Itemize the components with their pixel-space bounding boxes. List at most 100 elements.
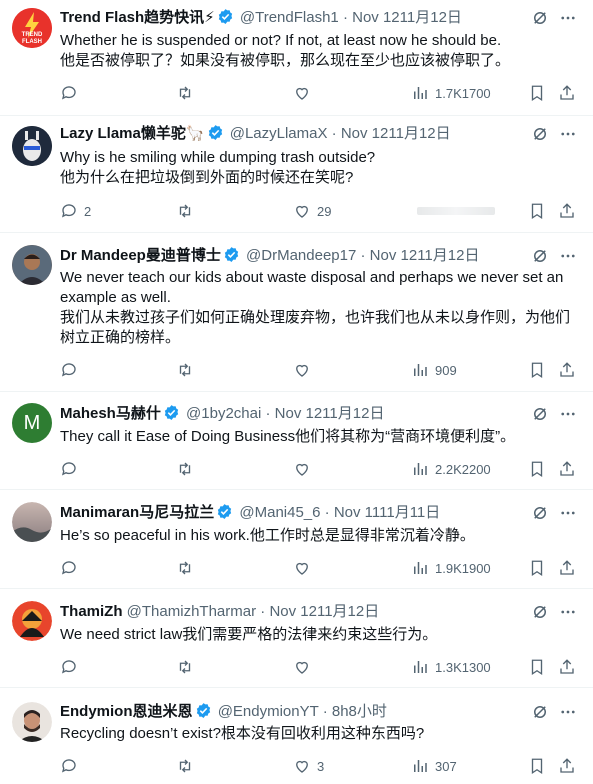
- display-name[interactable]: Trend Flash趋势快讯⚡: [60, 9, 215, 26]
- display-name[interactable]: Manimaran马尼马拉兰: [60, 504, 214, 521]
- user-handle[interactable]: @Mani45_6: [239, 504, 320, 521]
- timestamp[interactable]: Nov 1211月12日: [269, 603, 379, 620]
- like-button[interactable]: 3: [293, 756, 324, 776]
- tweet[interactable]: TREND FLASH Trend Flash趋势快讯⚡ @TrendFlash…: [0, 0, 593, 116]
- avatar[interactable]: [12, 245, 52, 285]
- like-button[interactable]: [293, 83, 317, 103]
- avatar[interactable]: [12, 601, 52, 641]
- more-options-icon[interactable]: [559, 125, 577, 143]
- tweet-header: Lazy Llama懒羊驼🦙 @LazyLlamaX · Nov 1211月12…: [60, 124, 533, 144]
- avatar[interactable]: [12, 126, 52, 166]
- user-handle[interactable]: @LazyLlamaX: [230, 125, 328, 142]
- views-button[interactable]: 1.3K1300: [411, 657, 491, 677]
- separator-dot: ·: [322, 703, 328, 720]
- retweet-button[interactable]: [176, 657, 200, 677]
- retweet-button[interactable]: [176, 558, 200, 578]
- tweet-actions: 1.9K1900: [60, 558, 579, 578]
- display-name[interactable]: ThamiZh: [60, 603, 123, 620]
- bookmark-button[interactable]: [528, 201, 546, 221]
- more-options-icon[interactable]: [559, 405, 577, 423]
- share-button[interactable]: [558, 756, 576, 776]
- avatar[interactable]: [12, 502, 52, 542]
- views-button[interactable]: 1.9K1900: [411, 558, 491, 578]
- grok-icon[interactable]: [531, 9, 549, 27]
- reply-button[interactable]: 2: [60, 201, 91, 221]
- like-button[interactable]: [293, 360, 317, 380]
- bar-chart-icon: [414, 562, 427, 574]
- views-button[interactable]: 909: [411, 360, 457, 380]
- display-name[interactable]: Endymion恩迪米恩: [60, 703, 193, 720]
- avatar[interactable]: M: [12, 403, 52, 443]
- views-button[interactable]: 1.7K1700: [411, 83, 491, 103]
- grok-icon[interactable]: [531, 504, 549, 522]
- views-button[interactable]: 307: [411, 756, 457, 776]
- share-button[interactable]: [558, 558, 576, 578]
- like-button[interactable]: [293, 459, 317, 479]
- display-name[interactable]: Lazy Llama懒羊驼🦙: [60, 125, 205, 142]
- more-options-icon[interactable]: [559, 9, 577, 27]
- tweet-actions: 1.7K1700: [60, 83, 579, 103]
- share-button[interactable]: [558, 657, 576, 677]
- share-button[interactable]: [558, 201, 576, 221]
- timestamp[interactable]: Nov 1211月12日: [352, 9, 462, 26]
- timestamp[interactable]: Nov 1211月12日: [275, 405, 385, 422]
- grok-icon[interactable]: [531, 125, 549, 143]
- retweet-button[interactable]: [176, 360, 200, 380]
- avatar[interactable]: [12, 702, 52, 742]
- retweet-button[interactable]: [176, 83, 200, 103]
- more-options-icon[interactable]: [559, 504, 577, 522]
- grok-icon[interactable]: [531, 603, 549, 621]
- share-button[interactable]: [558, 459, 576, 479]
- user-handle[interactable]: @TrendFlash1: [240, 9, 339, 26]
- reply-button[interactable]: [60, 558, 84, 578]
- bookmark-button[interactable]: [528, 657, 546, 677]
- tweet[interactable]: Endymion恩迪米恩 @EndymionYT · 8h8小时 Recycli…: [0, 688, 593, 784]
- retweet-button[interactable]: [176, 201, 200, 221]
- user-handle[interactable]: @EndymionYT: [218, 703, 319, 720]
- views-button[interactable]: [411, 201, 495, 221]
- reply-button[interactable]: [60, 657, 84, 677]
- reply-button[interactable]: [60, 756, 84, 776]
- more-options-icon[interactable]: [559, 603, 577, 621]
- share-button[interactable]: [558, 360, 576, 380]
- tweet-text: We never teach our kids about waste disp…: [60, 268, 579, 348]
- like-button[interactable]: [293, 657, 317, 677]
- timestamp[interactable]: 8h8小时: [332, 703, 387, 720]
- more-options-icon[interactable]: [559, 703, 577, 721]
- more-options-icon[interactable]: [559, 247, 577, 265]
- retweet-button[interactable]: [176, 756, 200, 776]
- like-button[interactable]: 29: [293, 201, 331, 221]
- bookmark-button[interactable]: [528, 360, 546, 380]
- tweet-actions: 3 307: [60, 756, 579, 776]
- user-handle[interactable]: @1by2chai: [186, 405, 261, 422]
- avatar[interactable]: TREND FLASH: [12, 8, 52, 48]
- grok-icon[interactable]: [531, 405, 549, 423]
- tweet[interactable]: M Mahesh马赫什 @1by2chai · Nov 1211月12日 The…: [0, 392, 593, 490]
- tweet[interactable]: ThamiZh @ThamizhTharmar · Nov 1211月12日 W…: [0, 589, 593, 688]
- bookmark-button[interactable]: [528, 558, 546, 578]
- display-name[interactable]: Mahesh马赫什: [60, 405, 161, 422]
- share-button[interactable]: [558, 83, 576, 103]
- timestamp[interactable]: Nov 1211月12日: [370, 247, 480, 264]
- reply-button[interactable]: [60, 459, 84, 479]
- grok-icon[interactable]: [531, 703, 549, 721]
- tweet[interactable]: Manimaran马尼马拉兰 @Mani45_6 · Nov 1111月11日 …: [0, 490, 593, 589]
- retweet-button[interactable]: [176, 459, 200, 479]
- reply-button[interactable]: [60, 83, 84, 103]
- bookmark-button[interactable]: [528, 756, 546, 776]
- user-handle[interactable]: @DrMandeep17: [246, 247, 356, 264]
- like-button[interactable]: [293, 558, 317, 578]
- tweet-text: Whether he is suspended or not? If not, …: [60, 31, 579, 71]
- timestamp[interactable]: Nov 1111月11日: [334, 504, 440, 521]
- reply-button[interactable]: [60, 360, 84, 380]
- tweet[interactable]: Dr Mandeep曼迪普博士 @DrMandeep17 · Nov 1211月…: [0, 233, 593, 392]
- views-button[interactable]: 2.2K2200: [411, 459, 491, 479]
- bookmark-button[interactable]: [528, 83, 546, 103]
- user-handle[interactable]: @ThamizhTharmar: [127, 603, 256, 620]
- tweet[interactable]: Lazy Llama懒羊驼🦙 @LazyLlamaX · Nov 1211月12…: [0, 116, 593, 233]
- grok-icon[interactable]: [531, 247, 549, 265]
- timestamp[interactable]: Nov 1211月12日: [341, 125, 451, 142]
- display-name[interactable]: Dr Mandeep曼迪普博士: [60, 247, 221, 264]
- bookmark-button[interactable]: [528, 459, 546, 479]
- view-count: 1.9K1900: [435, 560, 491, 576]
